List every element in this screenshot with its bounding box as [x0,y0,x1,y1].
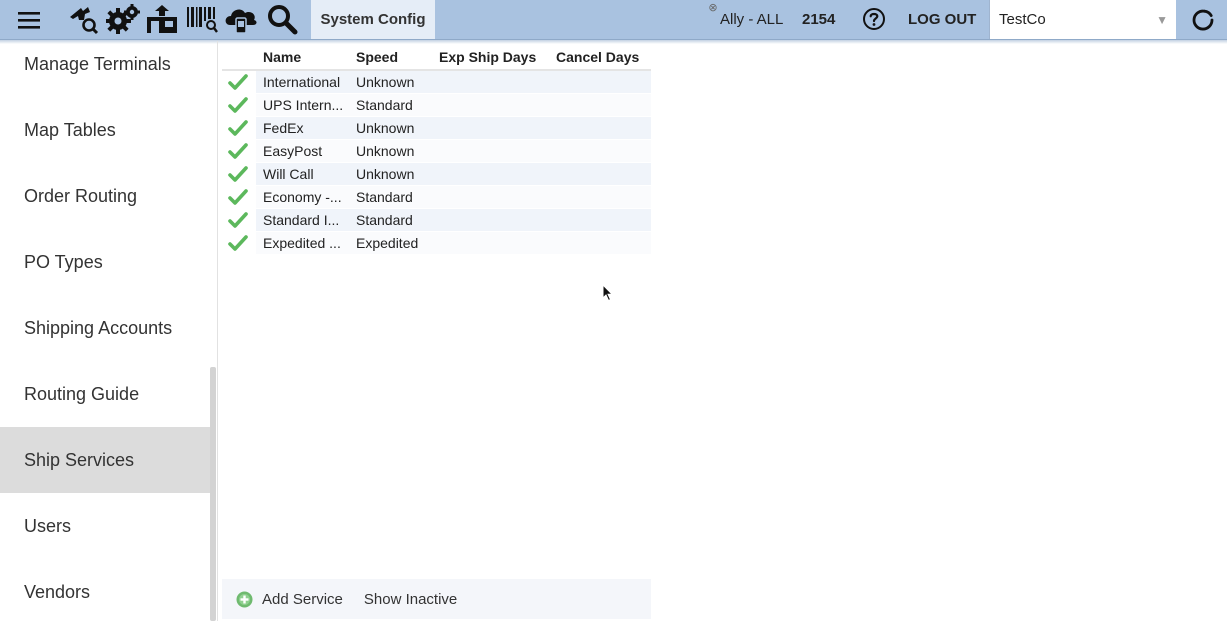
sidebar-item-ship-services[interactable]: Ship Services [0,427,211,493]
show-inactive-button[interactable]: Show Inactive [364,591,457,608]
add-circle-icon [236,591,253,608]
company-select-value: TestCo [999,11,1046,28]
table-row[interactable]: EasyPost Unknown [222,140,651,163]
active-check-icon [228,234,248,252]
chevron-down-icon: ▼ [1156,12,1168,27]
cloud-device-icon[interactable] [222,2,260,36]
sidebar-item-vendors[interactable]: Vendors [0,559,211,621]
table-row[interactable]: Economy -... Standard [222,186,651,209]
add-service-button[interactable]: Add Service [236,591,343,608]
cell-speed: Standard [356,189,413,205]
active-check-icon [228,119,248,137]
grid-header: Name Speed Exp Ship Days Cancel Days [222,44,651,71]
table-row[interactable]: International Unknown [222,71,651,94]
sidebar-scrollbar[interactable] [210,367,216,621]
cell-speed: Unknown [356,143,415,159]
menu-icon[interactable] [16,8,42,32]
sidebar: Manage Terminals Map Tables Order Routin… [0,41,218,621]
table-row[interactable]: UPS Intern... Standard [222,94,651,117]
cell-speed: Standard [356,212,413,228]
column-header-exp-ship-days[interactable]: Exp Ship Days [439,49,536,65]
ally-filter-label: Ally - ALL [720,11,784,28]
active-check-icon [228,211,248,229]
order-count: 2154 [802,11,836,28]
cell-name: International [263,74,341,90]
sidebar-item-routing-guide[interactable]: Routing Guide [0,361,211,427]
grid-body: International Unknown UPS Intern... Standar… [222,71,651,255]
top-bar: System Config ⊗ Ally - ALL 2154 LOG OUT … [0,0,1227,44]
cell-speed: Standard [356,97,413,113]
search-icon[interactable] [265,2,299,36]
sidebar-item-po-types[interactable]: PO Types [0,229,211,295]
cell-name: FedEx [263,120,304,136]
column-header-name[interactable]: Name [263,49,301,65]
help-icon[interactable] [862,7,886,31]
active-check-icon [228,165,248,183]
sidebar-item-users[interactable]: Users [0,493,211,559]
table-row[interactable]: FedEx Unknown [222,117,651,140]
refresh-icon[interactable] [1190,7,1216,33]
column-header-speed[interactable]: Speed [356,49,398,65]
add-service-label: Add Service [262,590,343,608]
active-check-icon [228,96,248,114]
table-row[interactable]: Expedited ... Expedited [222,232,651,255]
sidebar-item-map-tables[interactable]: Map Tables [0,97,211,163]
active-check-icon [228,142,248,160]
mouse-cursor-icon [602,284,614,302]
logout-button[interactable]: LOG OUT [908,0,976,39]
cell-name: EasyPost [263,143,323,159]
sidebar-item-order-routing[interactable]: Order Routing [0,163,211,229]
table-row[interactable]: Will Call Unknown [222,163,651,186]
sidebar-item-manage-terminals[interactable]: Manage Terminals [0,41,211,97]
settings-gears-icon[interactable] [105,2,143,36]
column-header-cancel-days[interactable]: Cancel Days [556,49,639,65]
cell-name: Economy -... [263,189,342,205]
sidebar-item-shipping-accounts[interactable]: Shipping Accounts [0,295,211,361]
active-check-icon [228,188,248,206]
search-user-icon[interactable] [66,2,100,36]
barcode-search-icon[interactable] [186,2,218,36]
cell-name: UPS Intern... [263,97,344,113]
company-select[interactable]: TestCo ▼ [989,0,1176,39]
cell-name: Expedited ... [263,235,341,251]
close-icon[interactable]: ⊗ [706,0,720,14]
ship-services-grid: Name Speed Exp Ship Days Cancel Days Int… [222,44,651,255]
cell-speed: Expedited [356,235,419,251]
cell-name: Standard I... [263,212,340,228]
warehouse-icon[interactable] [145,2,179,36]
cell-name: Will Call [263,166,314,182]
cell-speed: Unknown [356,120,415,136]
cell-speed: Unknown [356,166,415,182]
table-row[interactable]: Standard I... Standard [222,209,651,232]
grid-footer: Add Service Show Inactive [222,579,651,619]
cell-speed: Unknown [356,74,415,90]
active-check-icon [228,73,248,91]
system-config-tab[interactable]: System Config [311,0,435,39]
